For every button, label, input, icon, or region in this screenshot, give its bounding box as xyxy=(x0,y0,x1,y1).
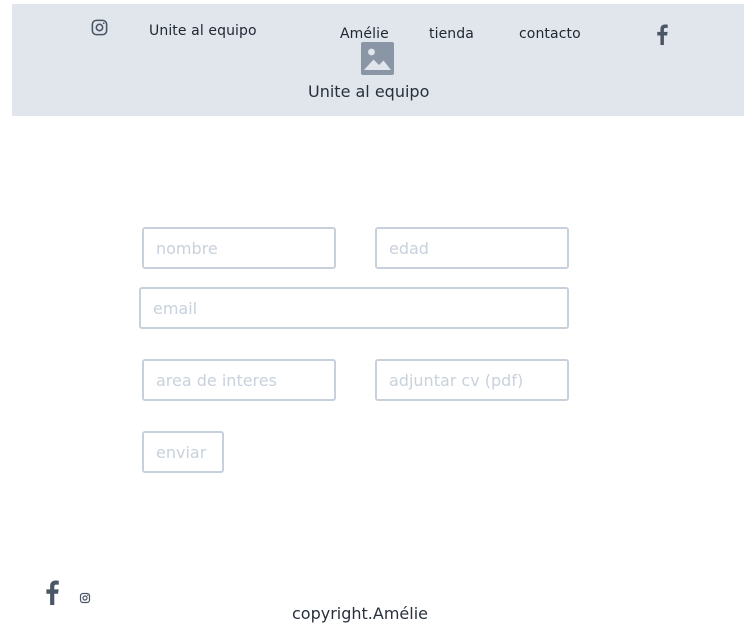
nav-link-contacto[interactable]: contacto xyxy=(519,26,581,42)
site-header: Unite al equipo Amélie tienda contacto U… xyxy=(12,4,744,116)
area-de-interes-field[interactable] xyxy=(142,359,336,401)
nav-link-unite-al-equipo[interactable]: Unite al equipo xyxy=(149,23,257,39)
nav-link-tienda[interactable]: tienda xyxy=(429,26,474,42)
enviar-button[interactable]: enviar xyxy=(142,431,224,473)
email-field[interactable] xyxy=(139,287,569,329)
nav-link-amelie[interactable]: Amélie xyxy=(340,26,389,42)
image-icon xyxy=(361,42,394,75)
page-title: Unite al equipo xyxy=(308,82,430,101)
facebook-icon[interactable] xyxy=(655,24,669,45)
instagram-icon[interactable] xyxy=(79,592,91,604)
facebook-icon[interactable] xyxy=(44,580,60,605)
copyright-text: copyright.Amélie xyxy=(292,604,428,623)
nombre-field[interactable] xyxy=(142,227,336,269)
edad-field[interactable] xyxy=(375,227,569,269)
instagram-icon[interactable] xyxy=(90,18,109,37)
cv-upload-field[interactable] xyxy=(375,359,569,401)
